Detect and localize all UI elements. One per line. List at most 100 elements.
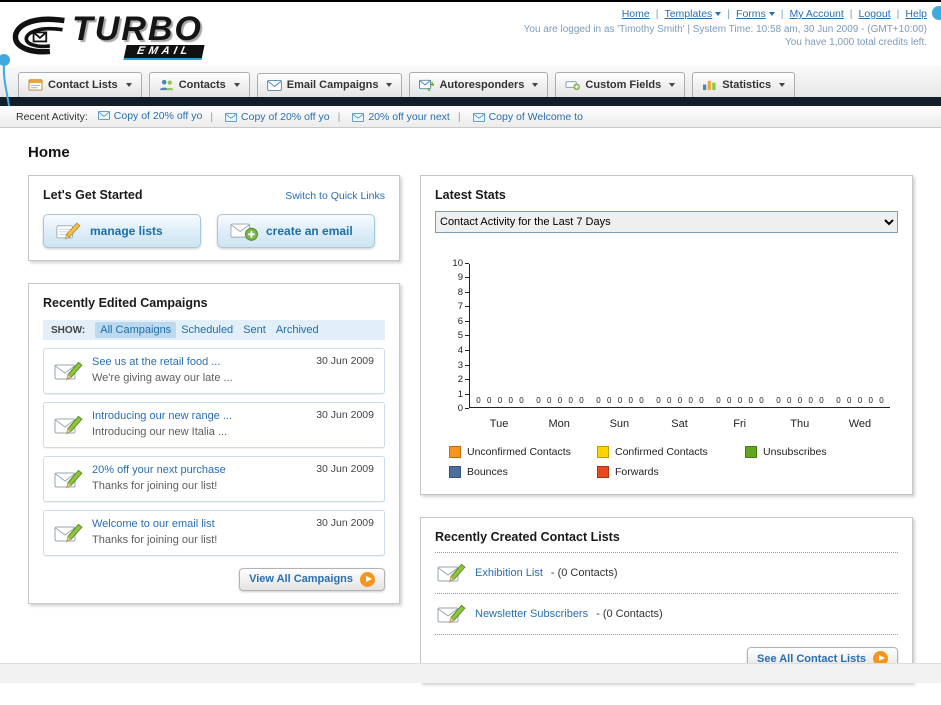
filter-archived[interactable]: Archived <box>271 322 324 338</box>
chart-y-tick: 5 <box>449 330 469 342</box>
tab-email-campaigns[interactable]: Email Campaigns <box>256 73 403 97</box>
tab-label: Statistics <box>722 78 772 91</box>
top-link-logout[interactable]: Logout <box>859 8 891 20</box>
chart-y-tick: 0 <box>449 403 469 415</box>
campaign-list: See us at the retail food ... We're givin… <box>43 348 385 556</box>
chart-column: 00000 <box>470 264 530 407</box>
campaign-title-link[interactable]: See us at the retail food ... <box>92 355 233 371</box>
chart-y-tick: 9 <box>449 272 469 284</box>
contact-list-link[interactable]: Newsletter Subscribers <box>475 608 588 620</box>
legend-item: Forwards <box>597 466 745 478</box>
footer <box>0 663 941 683</box>
logo-sub-wrap: EMAIL <box>123 42 205 60</box>
pin-icon <box>0 54 10 107</box>
campaign-title-link[interactable]: 20% off your next purchase <box>92 463 226 479</box>
legend-label: Bounces <box>467 466 508 478</box>
get-started-buttons: manage lists create an email <box>43 214 385 248</box>
recent-activity-label: Recent Activity: <box>16 110 88 123</box>
envelope-pencil-icon <box>54 521 84 545</box>
top-link-my-account[interactable]: My Account <box>790 8 844 20</box>
contact-lists-panel: Recently Created Contact Lists Exhibitio… <box>420 517 913 683</box>
contact-activity-chart: 10 9 8 7 6 5 4 3 2 1 0 000000000000000000000000000… <box>435 257 898 415</box>
envelope-pencil-icon <box>54 467 84 491</box>
activity-item-link[interactable]: Copy of 20% off yo <box>241 111 330 123</box>
contact-list-detail: - (0 Contacts) <box>550 567 618 579</box>
get-started-header: Let's Get Started Switch to Quick Links <box>43 188 385 202</box>
latest-stats-title: Latest Stats <box>435 188 506 202</box>
tab-contact-lists[interactable]: Contact Lists <box>18 72 142 97</box>
chart-x-label: Fri <box>733 418 747 430</box>
contact-lists-icon <box>28 78 43 91</box>
filter-all-campaigns[interactable]: All Campaigns <box>95 322 177 338</box>
activity-item-link[interactable]: 20% off your next <box>368 111 450 123</box>
tab-label: Email Campaigns <box>286 79 379 91</box>
activity-item-link[interactable]: Copy of Welcome to <box>489 111 583 123</box>
activity-item-link[interactable]: Copy of 20% off yo <box>114 110 203 122</box>
campaign-date: 30 Jun 2009 <box>316 462 374 475</box>
envelope-plus-icon <box>230 221 258 242</box>
campaign-row: Introducing our new range ... Introducing… <box>43 401 385 448</box>
chart-value-labels: 00000 <box>656 396 704 405</box>
legend-item: Unconfirmed Contacts <box>449 446 597 458</box>
campaign-title-link[interactable]: Welcome to our email list <box>92 517 217 533</box>
legend-item: Unsubscribes <box>745 446 893 458</box>
small-envelope-icon <box>352 112 365 122</box>
tab-contacts[interactable]: Contacts <box>148 72 250 97</box>
tab-label: Contacts <box>178 78 226 91</box>
chart-x-label: Wed <box>848 418 872 430</box>
login-info: You are logged in as 'Timothy Smith' | S… <box>523 24 927 35</box>
campaign-date: 30 Jun 2009 <box>316 516 374 529</box>
tab-statistics[interactable]: Statistics <box>692 72 796 97</box>
tab-autoresponders[interactable]: Autoresponders <box>409 72 549 97</box>
page: { "page": { "title": "Home" }, "header":… <box>0 0 941 683</box>
legend-label: Confirmed Contacts <box>615 446 708 458</box>
chevron-down-icon <box>386 83 393 87</box>
campaign-filter-bar: SHOW: All Campaigns Scheduled Sent Archived <box>43 320 385 340</box>
legend-label: Unsubscribes <box>763 446 827 458</box>
envelope-pencil-icon <box>437 561 467 585</box>
contact-list-rows: Exhibition List - (0 Contacts) Newsletter … <box>435 553 898 635</box>
logo-text: TURBO EMAIL <box>72 10 205 60</box>
custom-fields-icon <box>565 78 581 91</box>
chart-x-label: Tue <box>489 418 509 430</box>
chart-y-tick: 8 <box>449 286 469 298</box>
activity-item: Copy of 20% off yo <box>202 111 330 123</box>
top-link-help[interactable]: Help <box>905 8 927 20</box>
view-all-campaigns-button[interactable]: View All Campaigns <box>239 567 385 591</box>
left-column: Let's Get Started Switch to Quick Links <box>28 175 400 626</box>
contact-list-link[interactable]: Exhibition List <box>475 567 543 579</box>
manage-lists-button[interactable]: manage lists <box>43 214 201 248</box>
top-link-forms[interactable]: Forms <box>736 8 766 20</box>
top-link-home[interactable]: Home <box>622 8 650 20</box>
tab-custom-fields[interactable]: Custom Fields <box>555 72 686 97</box>
stats-range-select[interactable]: Contact Activity for the Last 7 Days <box>435 211 898 233</box>
get-started-panel: Let's Get Started Switch to Quick Links <box>28 175 400 261</box>
top-link-templates[interactable]: Templates <box>664 8 712 20</box>
logo-main-text: TURBO <box>72 10 203 48</box>
chevron-down-icon <box>779 82 786 87</box>
nav-divider-bar <box>0 97 941 106</box>
right-column: Latest Stats Contact Activity for the La… <box>420 175 913 705</box>
legend-swatch-icon <box>449 446 461 458</box>
activity-item: 20% off your next <box>330 111 450 123</box>
chart-column: 00000 <box>530 264 590 407</box>
chart-x-labels: Tue Mon Sun Sat Fri Thu Wed <box>469 418 890 430</box>
campaign-title-link[interactable]: Introducing our new range ... <box>92 409 232 425</box>
filter-sent[interactable]: Sent <box>238 322 271 338</box>
filter-scheduled[interactable]: Scheduled <box>176 322 238 338</box>
legend-item: Bounces <box>449 466 597 478</box>
switch-quick-links-link[interactable]: Switch to Quick Links <box>285 190 385 202</box>
chart-column: 00000 <box>590 264 650 407</box>
chart-x-label: Sun <box>609 418 630 430</box>
campaigns-panel: Recently Edited Campaigns SHOW: All Camp… <box>28 283 400 604</box>
email-campaigns-icon <box>266 79 282 91</box>
blue-pin-decoration <box>0 52 12 113</box>
chart-value-labels: 00000 <box>716 396 764 405</box>
chevron-down-icon <box>768 12 775 17</box>
chart-value-labels: 00000 <box>596 396 644 405</box>
create-email-button[interactable]: create an email <box>217 214 375 248</box>
activity-items: Copy of 20% off yo Copy of 20% off yo 20% … <box>97 110 583 123</box>
campaign-row: 20% off your next purchase Thanks for joi… <box>43 455 385 502</box>
autoresponders-icon <box>419 78 435 91</box>
legend-label: Unconfirmed Contacts <box>467 446 571 458</box>
